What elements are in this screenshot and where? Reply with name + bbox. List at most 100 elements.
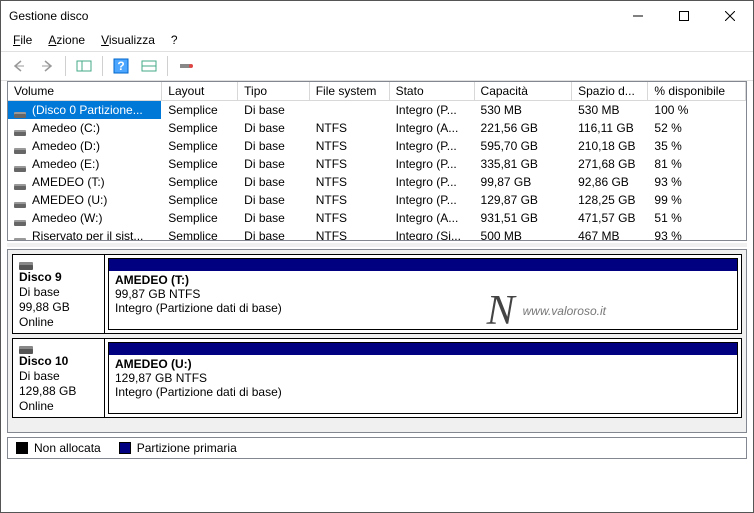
- volume-name: AMEDEO (U:): [32, 193, 107, 207]
- volume-row[interactable]: Riservato per il sist...SempliceDi baseN…: [8, 227, 746, 241]
- settings-button[interactable]: [174, 54, 198, 78]
- volume-list[interactable]: Volume Layout Tipo File system Stato Cap…: [7, 81, 747, 241]
- cell-layout: Semplice: [162, 119, 238, 137]
- back-button[interactable]: [7, 54, 31, 78]
- volume-name: Amedeo (C:): [32, 121, 100, 135]
- menu-help[interactable]: ?: [163, 31, 186, 51]
- col-tipo[interactable]: Tipo: [238, 82, 310, 101]
- disk-graphical-view[interactable]: Disco 9Di base99,88 GBOnlineAMEDEO (T:)9…: [7, 249, 747, 433]
- cell-stato: Integro (A...: [389, 209, 474, 227]
- volume-name: Amedeo (E:): [32, 157, 99, 171]
- cell-layout: Semplice: [162, 227, 238, 241]
- volume-icon: [14, 215, 28, 223]
- volume-row[interactable]: Amedeo (D:)SempliceDi baseNTFSIntegro (P…: [8, 137, 746, 155]
- cell-cap: 129,87 GB: [474, 191, 572, 209]
- partition-info: 129,87 GB NTFS: [115, 371, 731, 385]
- disk-label: Disco 10Di base129,88 GBOnline: [13, 339, 105, 417]
- col-filesystem[interactable]: File system: [309, 82, 389, 101]
- legend-primary-icon: [119, 442, 131, 454]
- window-title: Gestione disco: [9, 9, 615, 23]
- cell-tipo: Di base: [238, 209, 310, 227]
- disk-type: Di base: [19, 285, 98, 299]
- cell-free: 530 MB: [572, 101, 648, 120]
- cell-pct: 93 %: [648, 173, 746, 191]
- volume-name: (Disco 0 Partizione...: [32, 103, 143, 117]
- toolbar-separator: [65, 56, 66, 76]
- cell-tipo: Di base: [238, 101, 310, 120]
- cell-stato: Integro (P...: [389, 137, 474, 155]
- cell-free: 271,68 GB: [572, 155, 648, 173]
- menu-file[interactable]: File: [5, 31, 40, 51]
- cell-stato: Integro (P...: [389, 155, 474, 173]
- menu-azione[interactable]: Azione: [40, 31, 93, 51]
- cell-stato: Integro (Si...: [389, 227, 474, 241]
- disk-icon: [19, 259, 33, 267]
- cell-stato: Integro (P...: [389, 173, 474, 191]
- cell-pct: 52 %: [648, 119, 746, 137]
- disk-size: 129,88 GB: [19, 384, 98, 398]
- cell-cap: 221,56 GB: [474, 119, 572, 137]
- partition-header: [109, 259, 737, 271]
- volume-row[interactable]: Amedeo (C:)SempliceDi baseNTFSIntegro (A…: [8, 119, 746, 137]
- partition-status: Integro (Partizione dati di base): [115, 301, 731, 315]
- partition-box[interactable]: AMEDEO (T:)99,87 GB NTFSIntegro (Partizi…: [108, 258, 738, 330]
- col-volume[interactable]: Volume: [8, 82, 162, 101]
- cell-pct: 93 %: [648, 227, 746, 241]
- cell-tipo: Di base: [238, 119, 310, 137]
- disk-status: Online: [19, 315, 98, 329]
- col-spazio[interactable]: Spazio d...: [572, 82, 648, 101]
- volume-icon: [14, 233, 28, 241]
- volume-name: Amedeo (W:): [32, 211, 102, 225]
- cell-pct: 81 %: [648, 155, 746, 173]
- toolbar-separator: [102, 56, 103, 76]
- cell-free: 210,18 GB: [572, 137, 648, 155]
- cell-fs: NTFS: [309, 191, 389, 209]
- volume-row[interactable]: Amedeo (E:)SempliceDi baseNTFSIntegro (P…: [8, 155, 746, 173]
- legend-unallocated: Non allocata: [34, 441, 101, 455]
- cell-cap: 99,87 GB: [474, 173, 572, 191]
- partition-box[interactable]: AMEDEO (U:)129,87 GB NTFSIntegro (Partiz…: [108, 342, 738, 414]
- splitter[interactable]: [7, 243, 747, 247]
- close-button[interactable]: [707, 1, 753, 31]
- cell-pct: 100 %: [648, 101, 746, 120]
- cell-pct: 99 %: [648, 191, 746, 209]
- cell-layout: Semplice: [162, 209, 238, 227]
- view-split-button[interactable]: [72, 54, 96, 78]
- menubar: File Azione Visualizza ?: [1, 31, 753, 51]
- cell-layout: Semplice: [162, 173, 238, 191]
- volume-row[interactable]: AMEDEO (U:)SempliceDi baseNTFSIntegro (P…: [8, 191, 746, 209]
- disk-icon: [19, 343, 33, 351]
- help-button[interactable]: ?: [109, 54, 133, 78]
- maximize-button[interactable]: [661, 1, 707, 31]
- volume-name: AMEDEO (T:): [32, 175, 105, 189]
- col-layout[interactable]: Layout: [162, 82, 238, 101]
- cell-stato: Integro (P...: [389, 101, 474, 120]
- disk-status: Online: [19, 399, 98, 413]
- cell-fs: [309, 101, 389, 120]
- legend-primary: Partizione primaria: [137, 441, 237, 455]
- cell-free: 128,25 GB: [572, 191, 648, 209]
- view-bottom-button[interactable]: [137, 54, 161, 78]
- col-percent[interactable]: % disponibile: [648, 82, 746, 101]
- volume-row[interactable]: (Disco 0 Partizione...SempliceDi baseInt…: [8, 101, 746, 120]
- minimize-button[interactable]: [615, 1, 661, 31]
- volume-icon: [14, 125, 28, 133]
- cell-cap: 595,70 GB: [474, 137, 572, 155]
- forward-button[interactable]: [35, 54, 59, 78]
- cell-free: 116,11 GB: [572, 119, 648, 137]
- partition-status: Integro (Partizione dati di base): [115, 385, 731, 399]
- cell-cap: 931,51 GB: [474, 209, 572, 227]
- col-stato[interactable]: Stato: [389, 82, 474, 101]
- disk-row[interactable]: Disco 10Di base129,88 GBOnlineAMEDEO (U:…: [12, 338, 742, 418]
- cell-fs: NTFS: [309, 155, 389, 173]
- volume-name: Riservato per il sist...: [32, 229, 143, 241]
- cell-stato: Integro (A...: [389, 119, 474, 137]
- volume-icon: [14, 107, 28, 115]
- cell-pct: 51 %: [648, 209, 746, 227]
- menu-visualizza[interactable]: Visualizza: [93, 31, 163, 51]
- volume-row[interactable]: Amedeo (W:)SempliceDi baseNTFSIntegro (A…: [8, 209, 746, 227]
- volume-row[interactable]: AMEDEO (T:)SempliceDi baseNTFSIntegro (P…: [8, 173, 746, 191]
- disk-row[interactable]: Disco 9Di base99,88 GBOnlineAMEDEO (T:)9…: [12, 254, 742, 334]
- col-capacita[interactable]: Capacità: [474, 82, 572, 101]
- partition-header: [109, 343, 737, 355]
